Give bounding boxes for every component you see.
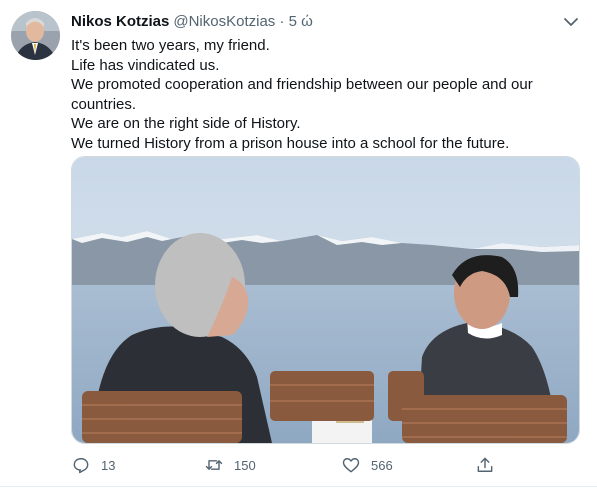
like-icon (342, 458, 360, 473)
author-name[interactable]: Nikos Kotzias (71, 13, 169, 30)
share-icon (477, 457, 493, 472)
avatar[interactable] (11, 11, 60, 60)
tweet-actions: 13 150 566 (71, 454, 501, 476)
tweet-line: countries. (71, 95, 137, 113)
tweet-line: We promoted cooperation and friendship b… (71, 76, 533, 93)
like-count: 566 (371, 457, 393, 473)
tweet[interactable]: Nikos Kotzias @NikosKotzias · 5 ώ It's be… (0, 0, 597, 488)
tweet-text: It's been two years, my friend. Life has… (71, 36, 571, 153)
chevron-down-icon (564, 18, 578, 26)
retweet-button[interactable]: 150 (204, 454, 256, 476)
reply-count: 13 (101, 457, 116, 473)
share-button[interactable] (475, 454, 505, 476)
tweet-line: It's been two years, my friend. (71, 37, 270, 54)
reply-button[interactable]: 13 (71, 454, 115, 476)
avatar-image (11, 11, 60, 60)
tweet-photo[interactable] (71, 156, 580, 444)
tweet-line: Life has vindicated us. (71, 56, 220, 74)
reply-icon (73, 458, 89, 474)
retweet-icon (205, 460, 223, 470)
tweet-line: We turned History from a prison house in… (71, 134, 510, 152)
divider (0, 486, 597, 487)
retweet-count: 150 (234, 457, 256, 473)
more-menu-button[interactable] (561, 12, 581, 32)
timestamp[interactable]: 5 ώ (289, 13, 313, 30)
like-button[interactable]: 566 (341, 454, 393, 476)
separator: · (279, 13, 285, 30)
tweet-line: We are on the right side of History. (71, 115, 301, 132)
photo-image (72, 157, 579, 443)
tweet-header: Nikos Kotzias @NikosKotzias · 5 ώ (71, 12, 313, 32)
author-handle[interactable]: @NikosKotzias (173, 13, 275, 30)
